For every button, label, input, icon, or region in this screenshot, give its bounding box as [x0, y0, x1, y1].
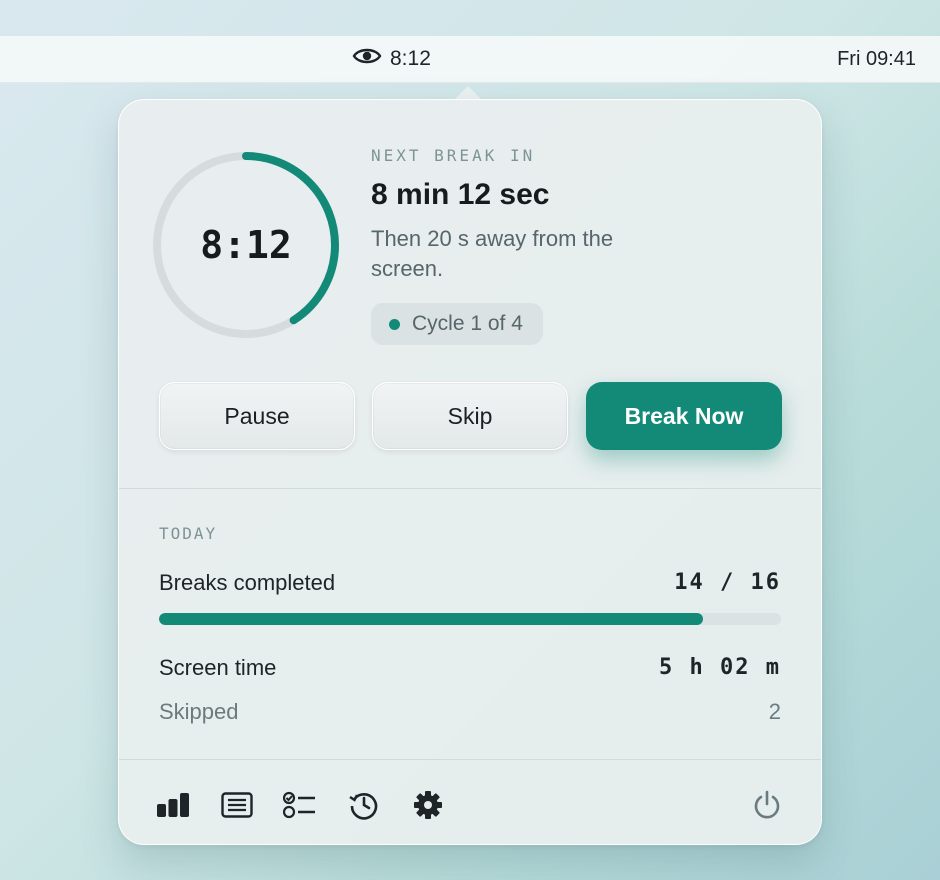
screen-time-label: Screen time [159, 655, 277, 680]
breaks-completed-label: Breaks completed [159, 570, 336, 595]
history-icon[interactable] [346, 787, 382, 823]
break-description: Then 20 s away from the screen. [371, 226, 614, 281]
eye-icon [352, 46, 382, 72]
countdown-display: 8:12 [200, 223, 292, 267]
countdown-ring: 8:12 [151, 150, 341, 340]
menubar-countdown: 8:12 [390, 47, 431, 70]
next-break-time: 8 min 12 sec [371, 178, 550, 211]
breaks-progress-fill [159, 613, 704, 625]
popover-panel: 8:12 NEXT BREAK IN 8 min 12 sec Then 20 … [118, 99, 822, 845]
skipped-label: Skipped [159, 699, 239, 724]
next-break-label: NEXT BREAK IN [371, 146, 536, 165]
footer-divider [119, 759, 821, 760]
section-divider [119, 488, 821, 489]
menubar-status-item[interactable]: 8:12 [352, 36, 431, 82]
pause-button[interactable]: Pause [159, 382, 355, 450]
menubar-clock[interactable]: Fri 09:41 [837, 36, 916, 82]
menu-bar: 8:12 Fri 09:41 [0, 36, 940, 83]
popover-caret [454, 86, 482, 100]
skip-button[interactable]: Skip [372, 382, 568, 450]
break-now-button[interactable]: Break Now [586, 382, 782, 450]
today-label: TODAY [159, 524, 218, 543]
gear-icon[interactable] [410, 787, 446, 823]
breaks-completed-value: 14 / 16 [674, 570, 781, 595]
list-icon[interactable] [219, 787, 255, 823]
cycle-badge: Cycle 1 of 4 [371, 303, 543, 345]
cycle-dot-icon [389, 318, 400, 330]
bar-chart-icon[interactable] [155, 787, 191, 823]
checklist-icon[interactable] [282, 787, 318, 823]
cycle-text: Cycle 1 of 4 [412, 312, 523, 335]
breaks-progress-bar [159, 613, 781, 625]
screen-time-value: 5 h 02 m [659, 655, 781, 680]
power-icon[interactable] [749, 787, 785, 823]
skipped-value: 2 [768, 699, 781, 724]
